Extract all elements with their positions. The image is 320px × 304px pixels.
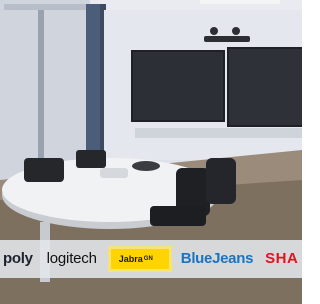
glass-frame-top — [4, 4, 94, 10]
laptop — [100, 168, 128, 178]
sharp-logo: SHA — [265, 250, 299, 267]
camera-lens-right — [232, 27, 240, 35]
display-screen-left-panel — [133, 52, 223, 120]
partner-logo-strip: poly logitech JabraGN BlueJeans SHA — [0, 240, 302, 278]
speakerphone — [132, 161, 160, 171]
credenza — [135, 128, 302, 138]
chair-seat — [150, 206, 206, 226]
jabra-logo-sup: GN — [143, 256, 153, 262]
camera-lens-left — [210, 27, 218, 35]
chair-right — [206, 158, 236, 204]
camera-bar — [204, 36, 250, 42]
logitech-logo: logitech — [46, 250, 97, 267]
display-screen-right-panel — [229, 49, 302, 125]
photo-frame: poly logitech JabraGN BlueJeans SHA — [0, 0, 302, 304]
chair-back-left — [24, 158, 64, 182]
ceiling-light — [200, 0, 280, 4]
jabra-logo: JabraGN — [110, 249, 169, 269]
chair-back-center — [76, 150, 106, 168]
bluejeans-logo: BlueJeans — [180, 250, 254, 267]
poly-logo: poly — [3, 250, 33, 267]
jabra-logo-text: Jabra — [118, 254, 143, 264]
